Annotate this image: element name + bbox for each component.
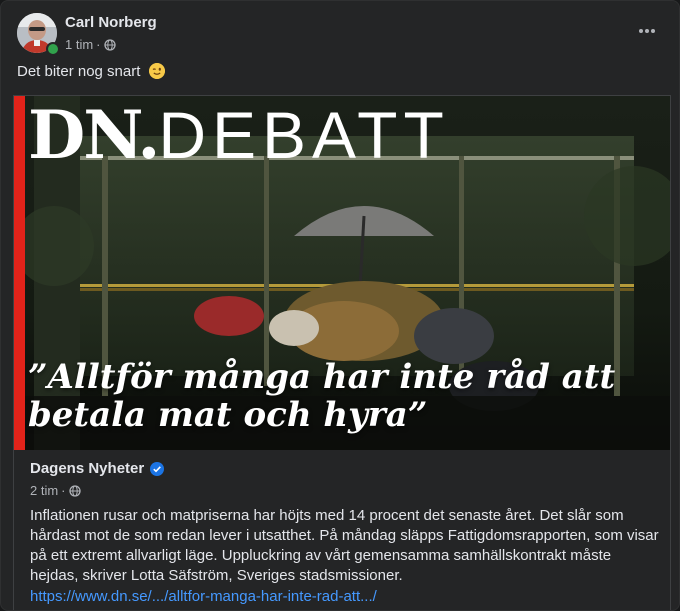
winking-face-emoji-icon — [148, 63, 165, 79]
source-name[interactable]: Dagens Nyheter — [30, 460, 144, 477]
article-image[interactable]: DN.DEBATT ”Alltför många har inte råd at… — [14, 96, 670, 450]
globe-icon[interactable] — [103, 38, 116, 51]
post-time[interactable]: 1 tim — [65, 37, 93, 52]
source-meta-separator: · — [61, 483, 66, 498]
post-meta: 1 tim · — [65, 37, 116, 52]
link-preview-card[interactable]: DN.DEBATT ”Alltför många har inte råd at… — [13, 95, 671, 610]
article-link[interactable]: https://www.dn.se/.../alltfor-manga-har-… — [30, 588, 660, 605]
brand-debatt: DEBATT — [158, 98, 450, 172]
facebook-post: Carl Norberg 1 tim · Det biter nog snart — [0, 0, 680, 611]
post-text-content: Det biter nog snart — [17, 63, 141, 80]
link-preview-body: Dagens Nyheter 2 tim · Inflationen rusar… — [30, 460, 660, 605]
globe-icon[interactable] — [68, 484, 81, 497]
article-description: Inflationen rusar och matpriserna har hö… — [30, 507, 659, 584]
image-headline: ”Alltför många har inte råd att betala m… — [28, 357, 616, 435]
post-text: Det biter nog snart — [17, 63, 165, 80]
more-options-button[interactable] — [631, 19, 663, 43]
brand-accent-bar — [14, 96, 25, 450]
verified-badge-icon — [150, 461, 165, 476]
author-name[interactable]: Carl Norberg — [65, 14, 157, 31]
more-options-icon — [639, 29, 655, 33]
brand-dn: DN. — [28, 96, 160, 174]
meta-separator: · — [96, 37, 101, 52]
source-time[interactable]: 2 tim — [30, 483, 58, 498]
source-meta: 2 tim · — [30, 483, 660, 498]
source-row: Dagens Nyheter — [30, 460, 660, 477]
online-status-dot — [46, 42, 60, 56]
dn-debatt-logo: DN.DEBATT — [28, 102, 450, 172]
